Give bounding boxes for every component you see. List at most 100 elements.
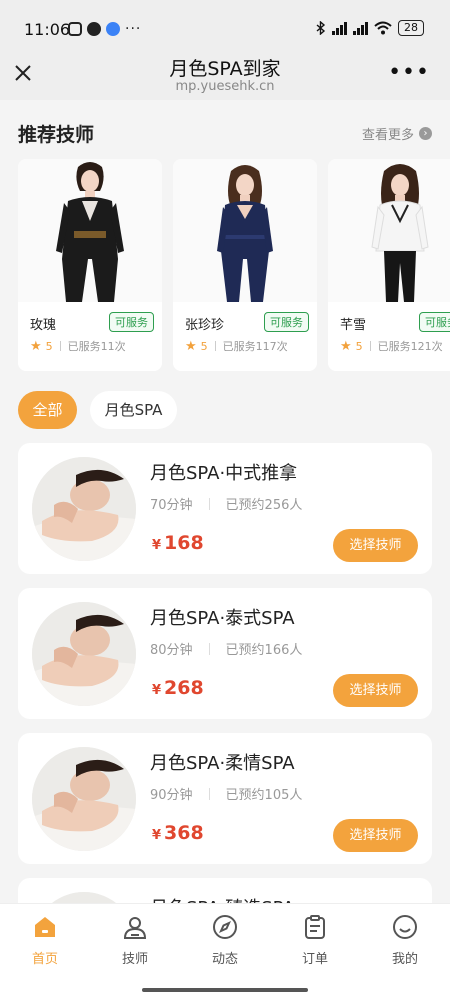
app-notification-icon: [68, 22, 82, 36]
person-icon: [123, 917, 147, 939]
tab-label: 技师: [121, 952, 148, 967]
service-booked: 已预约105人: [225, 788, 303, 803]
service-meta: 80分钟 已预约166人: [150, 639, 302, 658]
star-icon: ★: [30, 338, 42, 354]
system-icons: 28: [316, 20, 424, 36]
select-technician-button[interactable]: 选择技师: [333, 529, 418, 562]
select-technician-button[interactable]: 选择技师: [333, 674, 418, 707]
technician-photo: [328, 159, 450, 302]
tab-technicians[interactable]: 技师: [90, 914, 180, 967]
technician-card[interactable]: 玫瑰 可服务 ★ 5 已服务11次: [18, 159, 162, 371]
technician-rating: ★ 5 已服务11次: [30, 338, 126, 354]
service-duration: 90分钟: [150, 788, 193, 803]
price-value: 368: [164, 822, 204, 844]
technician-name: 芊雪: [340, 318, 367, 333]
nav-bar: 月色SPA到家 mp.yuesehk.cn •••: [0, 52, 450, 100]
battery-icon: 28: [398, 20, 424, 36]
home-indicator-area: [0, 979, 450, 1000]
rating-value: 5: [45, 339, 53, 353]
service-duration: 80分钟: [150, 643, 193, 658]
tab-home[interactable]: 首页: [0, 914, 90, 967]
technician-rating: ★ 5 已服务117次: [185, 338, 288, 354]
chevron-right-icon: ›: [419, 127, 432, 140]
category-all[interactable]: 全部: [18, 391, 77, 429]
service-price: ¥368: [152, 822, 204, 844]
home-indicator[interactable]: [142, 988, 308, 992]
view-more-label: 查看更多: [361, 128, 414, 143]
service-meta: 70分钟 已预约256人: [150, 494, 302, 513]
view-more-link[interactable]: 查看更多 ›: [362, 124, 432, 143]
tab-orders[interactable]: 订单: [270, 914, 360, 967]
clipboard-icon: [305, 915, 325, 939]
home-icon: [35, 917, 55, 937]
service-name: 月色SPA·中式推拿: [150, 463, 298, 484]
currency-symbol: ¥: [152, 683, 162, 698]
status-badge: 可服务: [109, 312, 154, 332]
status-bar: 11:06 ··· 28: [0, 0, 450, 52]
page-title: 月色SPA到家: [169, 58, 281, 80]
divider: [369, 341, 371, 351]
rating-value: 5: [200, 339, 208, 353]
served-count: 已服务11次: [67, 340, 126, 353]
service-booked: 已预约256人: [225, 498, 303, 513]
served-count: 已服务117次: [222, 340, 288, 353]
price-value: 168: [164, 532, 204, 554]
service-meta: 90分钟 已预约105人: [150, 784, 302, 803]
technician-photo: [173, 159, 317, 302]
divider: [214, 341, 216, 351]
service-price: ¥268: [152, 677, 204, 699]
status-badge: 可服务: [419, 312, 450, 332]
tiktok-icon: [87, 22, 101, 36]
tab-feed[interactable]: 动态: [180, 914, 270, 967]
service-price: ¥168: [152, 532, 204, 554]
technician-name: 张珍珍: [185, 318, 225, 333]
service-image: [32, 602, 136, 706]
bottom-tab-bar: 首页 技师 动态 订单 我的: [0, 903, 450, 979]
compass-icon: [213, 915, 237, 939]
tab-label: 动态: [211, 952, 238, 967]
tab-label: 首页: [31, 952, 58, 967]
service-image: [32, 747, 136, 851]
category-yuese-spa[interactable]: 月色SPA: [90, 391, 177, 429]
divider: [208, 497, 210, 510]
more-menu-icon[interactable]: •••: [388, 60, 430, 85]
service-duration: 70分钟: [150, 498, 193, 513]
tab-label: 订单: [301, 952, 328, 967]
service-card[interactable]: 月色SPA·柔情SPA 90分钟 已预约105人 ¥368 选择技师: [18, 733, 432, 864]
signal-icon: [332, 21, 347, 35]
service-card[interactable]: 月色SPA·中式推拿 70分钟 已预约256人 ¥168 选择技师: [18, 443, 432, 574]
star-icon: ★: [185, 338, 197, 354]
currency-symbol: ¥: [152, 828, 162, 843]
divider: [59, 341, 61, 351]
status-time: 11:06: [24, 20, 71, 39]
smile-icon: [393, 915, 417, 939]
service-name: 月色SPA·泰式SPA: [150, 608, 295, 629]
technician-carousel[interactable]: 玫瑰 可服务 ★ 5 已服务11次 张珍珍 可服务 ★ 5 已服务117次 芊雪…: [18, 159, 450, 371]
tab-profile[interactable]: 我的: [360, 914, 450, 967]
section-title: 推荐技师: [18, 124, 95, 146]
served-count: 已服务121次: [377, 340, 443, 353]
browser-icon: [106, 22, 120, 36]
service-card[interactable]: 月色SPA·泰式SPA 80分钟 已预约166人 ¥268 选择技师: [18, 588, 432, 719]
select-technician-button[interactable]: 选择技师: [333, 819, 418, 852]
technician-card[interactable]: 芊雪 可服务 ★ 5 已服务121次: [328, 159, 450, 371]
service-image: [32, 457, 136, 561]
star-icon: ★: [340, 338, 352, 354]
currency-symbol: ¥: [152, 538, 162, 553]
bluetooth-icon: [316, 21, 326, 35]
signal-icon-2: [353, 21, 368, 35]
service-booked: 已预约166人: [225, 643, 303, 658]
divider: [208, 787, 210, 800]
rating-value: 5: [355, 339, 363, 353]
price-value: 268: [164, 677, 204, 699]
technician-rating: ★ 5 已服务121次: [340, 338, 443, 354]
technician-card[interactable]: 张珍珍 可服务 ★ 5 已服务117次: [173, 159, 317, 371]
tab-label: 我的: [391, 952, 418, 967]
wifi-icon: [374, 21, 392, 35]
divider: [208, 642, 210, 655]
technician-photo: [18, 159, 162, 302]
service-name: 月色SPA·柔情SPA: [150, 753, 295, 774]
more-notifications-icon: ···: [125, 21, 142, 37]
status-badge: 可服务: [264, 312, 309, 332]
technician-name: 玫瑰: [30, 318, 57, 333]
